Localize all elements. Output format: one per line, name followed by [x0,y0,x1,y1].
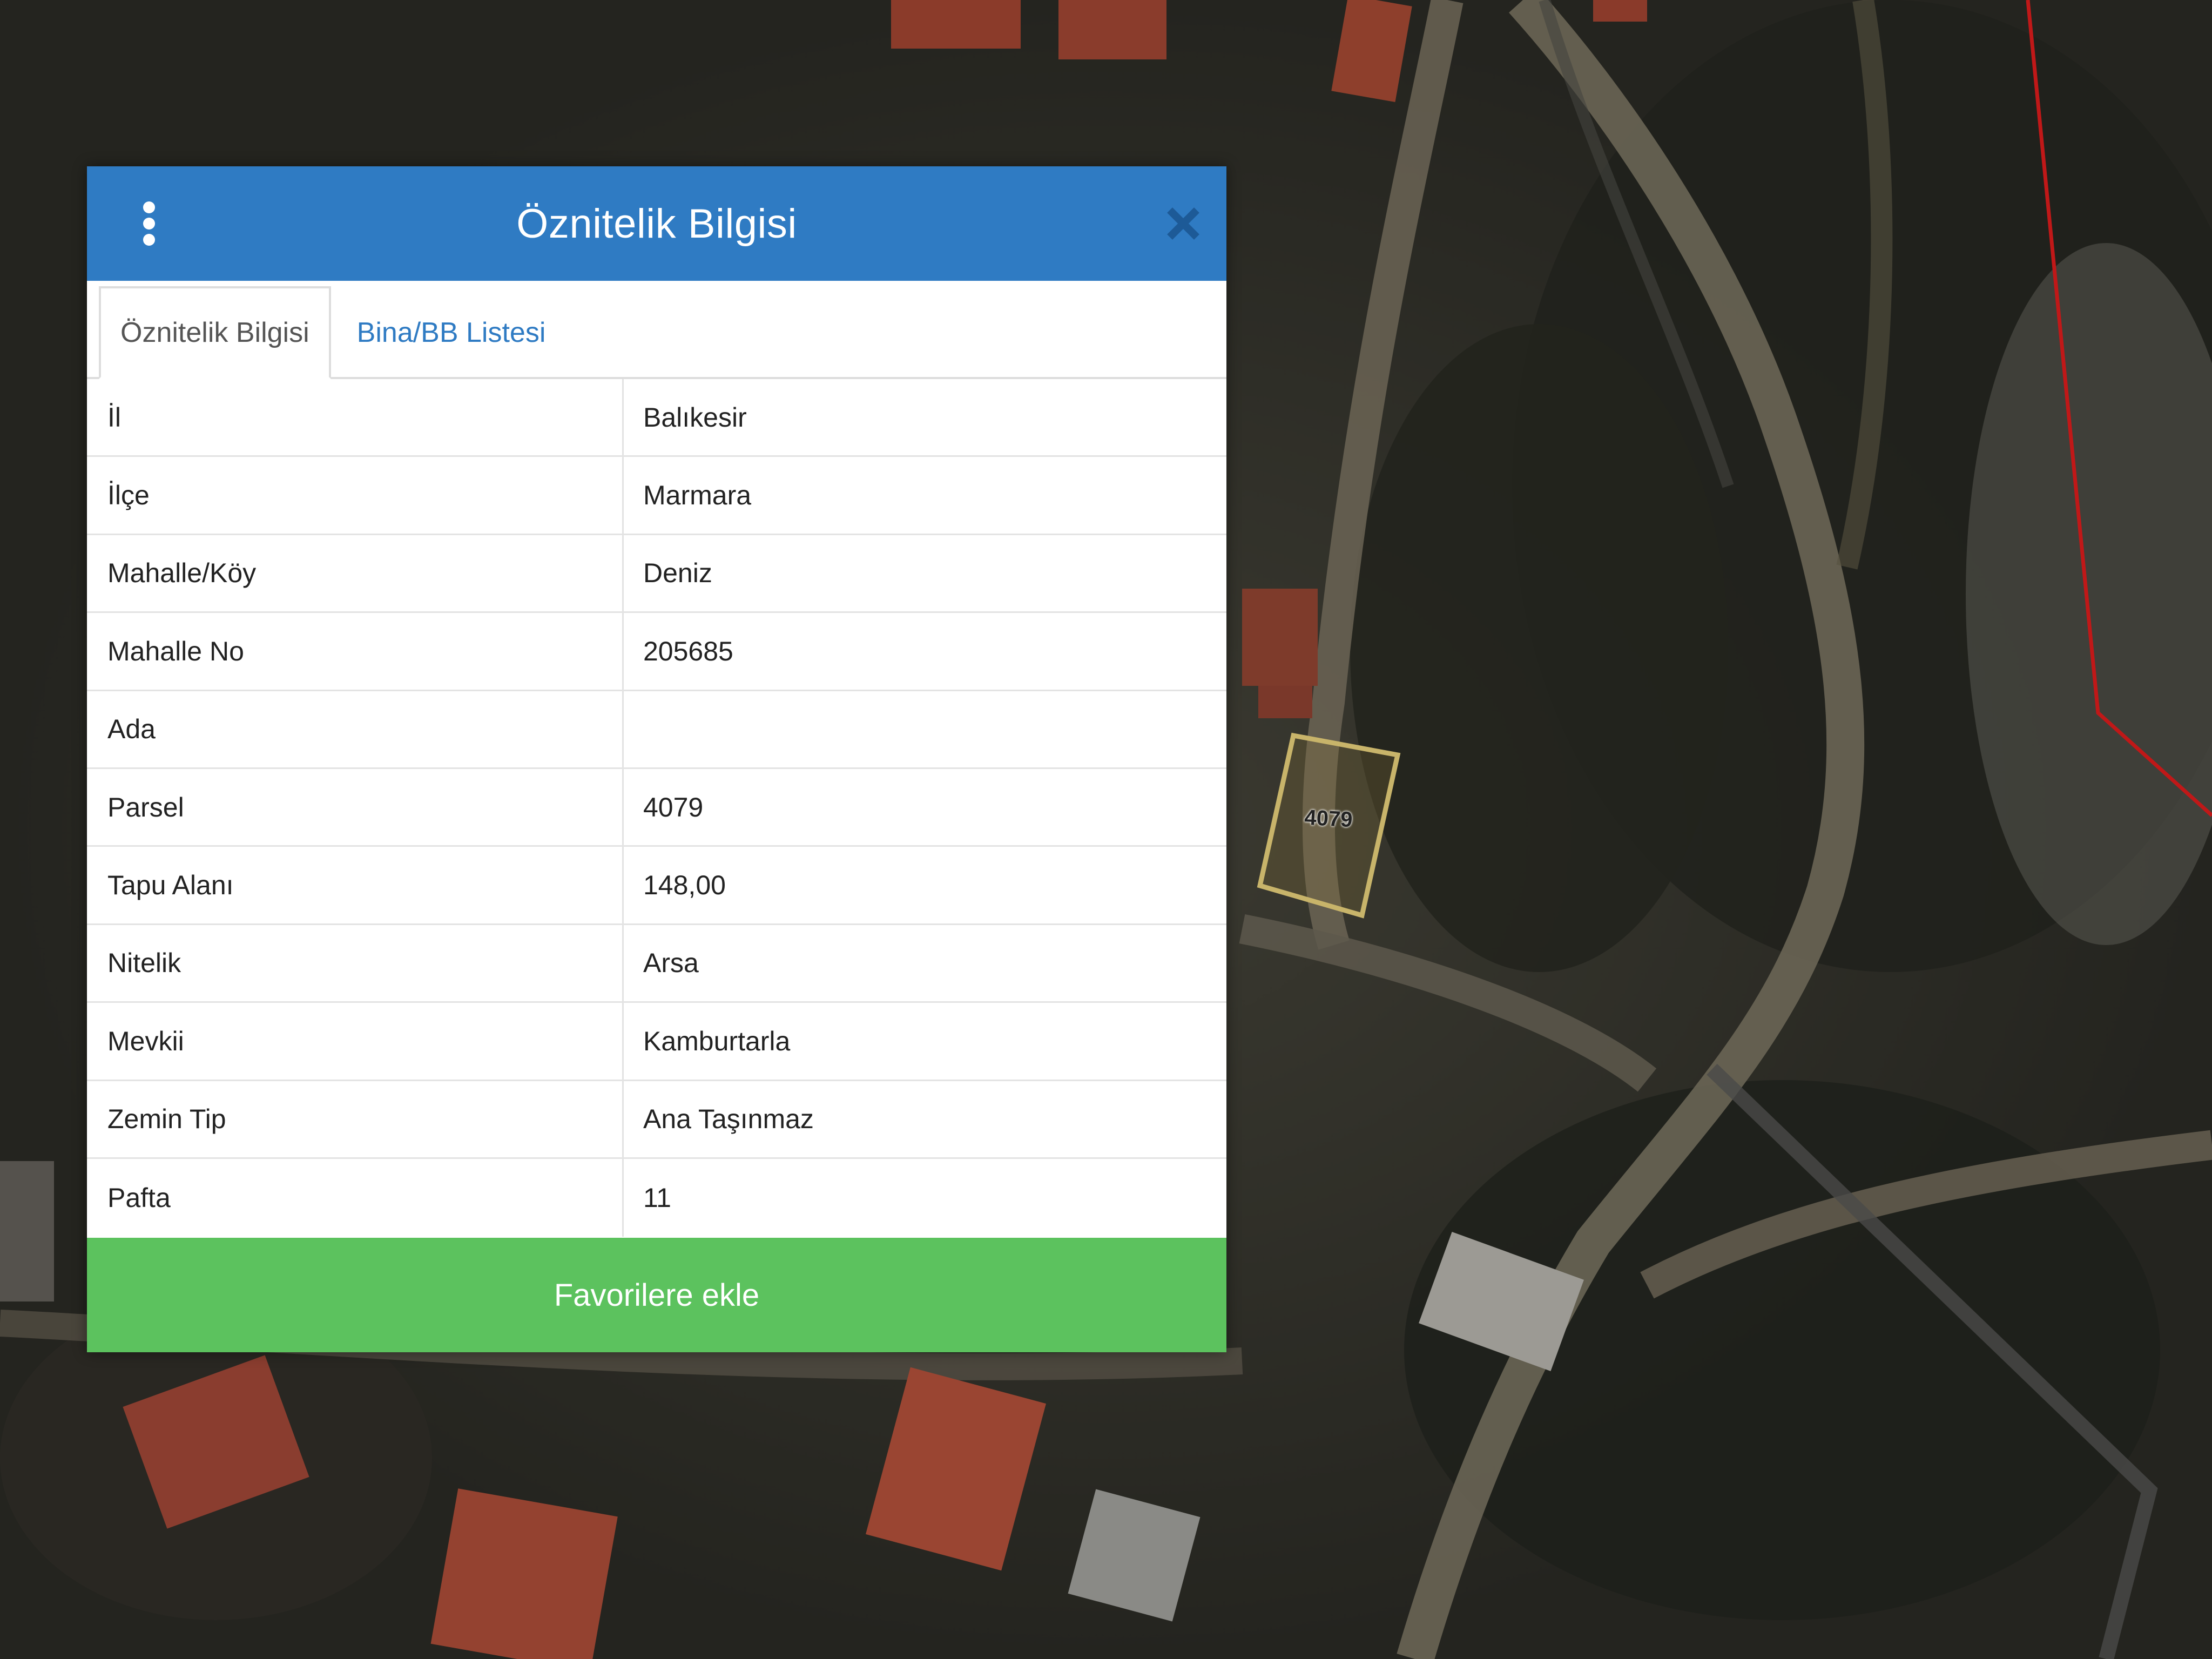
table-row: Tapu Alanı 148,00 [87,847,1226,925]
tab-building-list[interactable]: Bina/BB Listesi [331,288,565,377]
panel-header: Öznitelik Bilgisi [87,166,1226,281]
tab-attribute-info[interactable]: Öznitelik Bilgisi [99,286,331,379]
table-row: Zemin Tip Ana Taşınmaz [87,1081,1226,1159]
row-value [624,691,1226,767]
row-value: 205685 [643,636,733,666]
row-label: Tapu Alanı [87,847,624,923]
row-label: Pafta [87,1158,624,1237]
row-value: Marmara [643,480,752,511]
table-row: Mahalle No 205685 [87,613,1226,691]
row-value: Balıkesir [643,402,747,433]
table-row: İl Balıkesir [87,379,1226,457]
row-value: Ana Taşınmaz [643,1104,814,1135]
row-label: Ada [87,691,624,767]
kebab-menu-icon[interactable] [136,201,163,246]
attribute-info-panel: Öznitelik Bilgisi Öznitelik Bilgisi Bina… [87,166,1226,1352]
table-row: Ada [87,691,1226,769]
tab-bar: Öznitelik Bilgisi Bina/BB Listesi [87,281,1226,379]
row-label: Zemin Tip [87,1081,624,1157]
row-value: Deniz [643,558,712,589]
row-label: Parsel [87,768,624,846]
row-value: Arsa [643,948,699,979]
close-icon[interactable] [1166,206,1201,241]
row-value: 148,00 [643,870,726,901]
row-label: İl [87,379,624,456]
row-value: 4079 [643,792,704,822]
row-value: Kamburtarla [643,1026,791,1056]
parcel-label: 4079 [1304,805,1353,832]
row-label: Mahalle/Köy [87,535,624,612]
row-label: Mahalle No [87,613,624,690]
row-label: Mevkii [87,1003,624,1080]
table-row: İlçe Marmara [87,457,1226,535]
table-row: Nitelik Arsa [87,925,1226,1003]
add-to-favorites-button[interactable]: Favorilere ekle [87,1238,1226,1352]
table-row: Mahalle/Köy Deniz [87,535,1226,613]
table-row: Parsel 4079 [87,768,1226,847]
row-label: İlçe [87,457,624,534]
row-value: 11 [643,1183,671,1213]
attribute-table: İl Balıkesir İlçe Marmara Mahalle/Köy De… [87,379,1226,1238]
table-row: Mevkii Kamburtarla [87,1003,1226,1081]
panel-title: Öznitelik Bilgisi [516,200,797,247]
table-row: Pafta 11 [87,1158,1226,1237]
row-label: Nitelik [87,925,624,1002]
